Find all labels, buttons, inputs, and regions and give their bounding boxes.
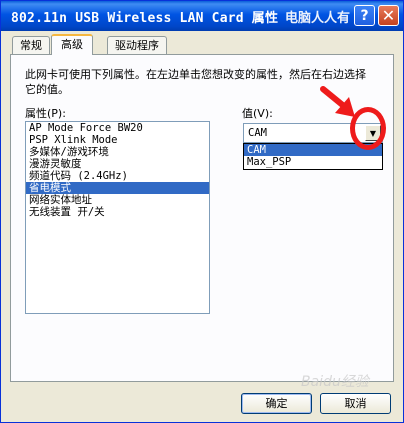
property-item-ap-mode[interactable]: AP Mode Force BW20 xyxy=(26,122,209,134)
property-item-psp-xlink[interactable]: PSP Xlink Mode xyxy=(26,134,209,146)
ok-button[interactable]: 确定 xyxy=(241,393,312,414)
value-option-max-psp[interactable]: Max_PSP xyxy=(244,156,382,168)
property-item-power-saving[interactable]: 省电模式 xyxy=(26,182,209,194)
property-item-radio-switch[interactable]: 无线装置 开/关 xyxy=(26,206,209,218)
property-item-mac-address[interactable]: 网络实体地址 xyxy=(26,194,209,206)
baidu-watermark: Baidu经验 xyxy=(301,374,369,390)
property-item-roaming[interactable]: 漫游灵敏度 xyxy=(26,158,209,170)
window-title: 802.11n USB Wireless LAN Card 属性 xyxy=(11,11,279,26)
close-button[interactable]: ✕ xyxy=(378,5,399,26)
help-button[interactable]: ? xyxy=(354,5,375,26)
tab-driver[interactable]: 驱动程序 xyxy=(107,36,167,55)
title-bar[interactable]: 802.11n USB Wireless LAN Card 属性 电脑人人有 ?… xyxy=(1,1,403,31)
properties-dialog: 802.11n USB Wireless LAN Card 属性 电脑人人有 ?… xyxy=(0,0,404,423)
tab-general[interactable]: 常规 xyxy=(12,36,50,55)
red-circle-annotation xyxy=(350,107,386,150)
cancel-button[interactable]: 取消 xyxy=(320,393,391,414)
value-combobox-current: CAM xyxy=(248,127,267,139)
value-label: 值(V): xyxy=(242,107,273,120)
property-listbox[interactable]: AP Mode Force BW20 PSP Xlink Mode 多媒体/游戏… xyxy=(25,121,210,314)
property-label: 属性(P): xyxy=(25,107,66,120)
property-item-multimedia[interactable]: 多媒体/游戏环境 xyxy=(26,146,209,158)
property-item-channel[interactable]: 频道代码 (2.4GHz) xyxy=(26,170,209,182)
watermark-text: 电脑人人有 xyxy=(285,11,351,26)
tab-advanced[interactable]: 高级 xyxy=(51,34,93,55)
